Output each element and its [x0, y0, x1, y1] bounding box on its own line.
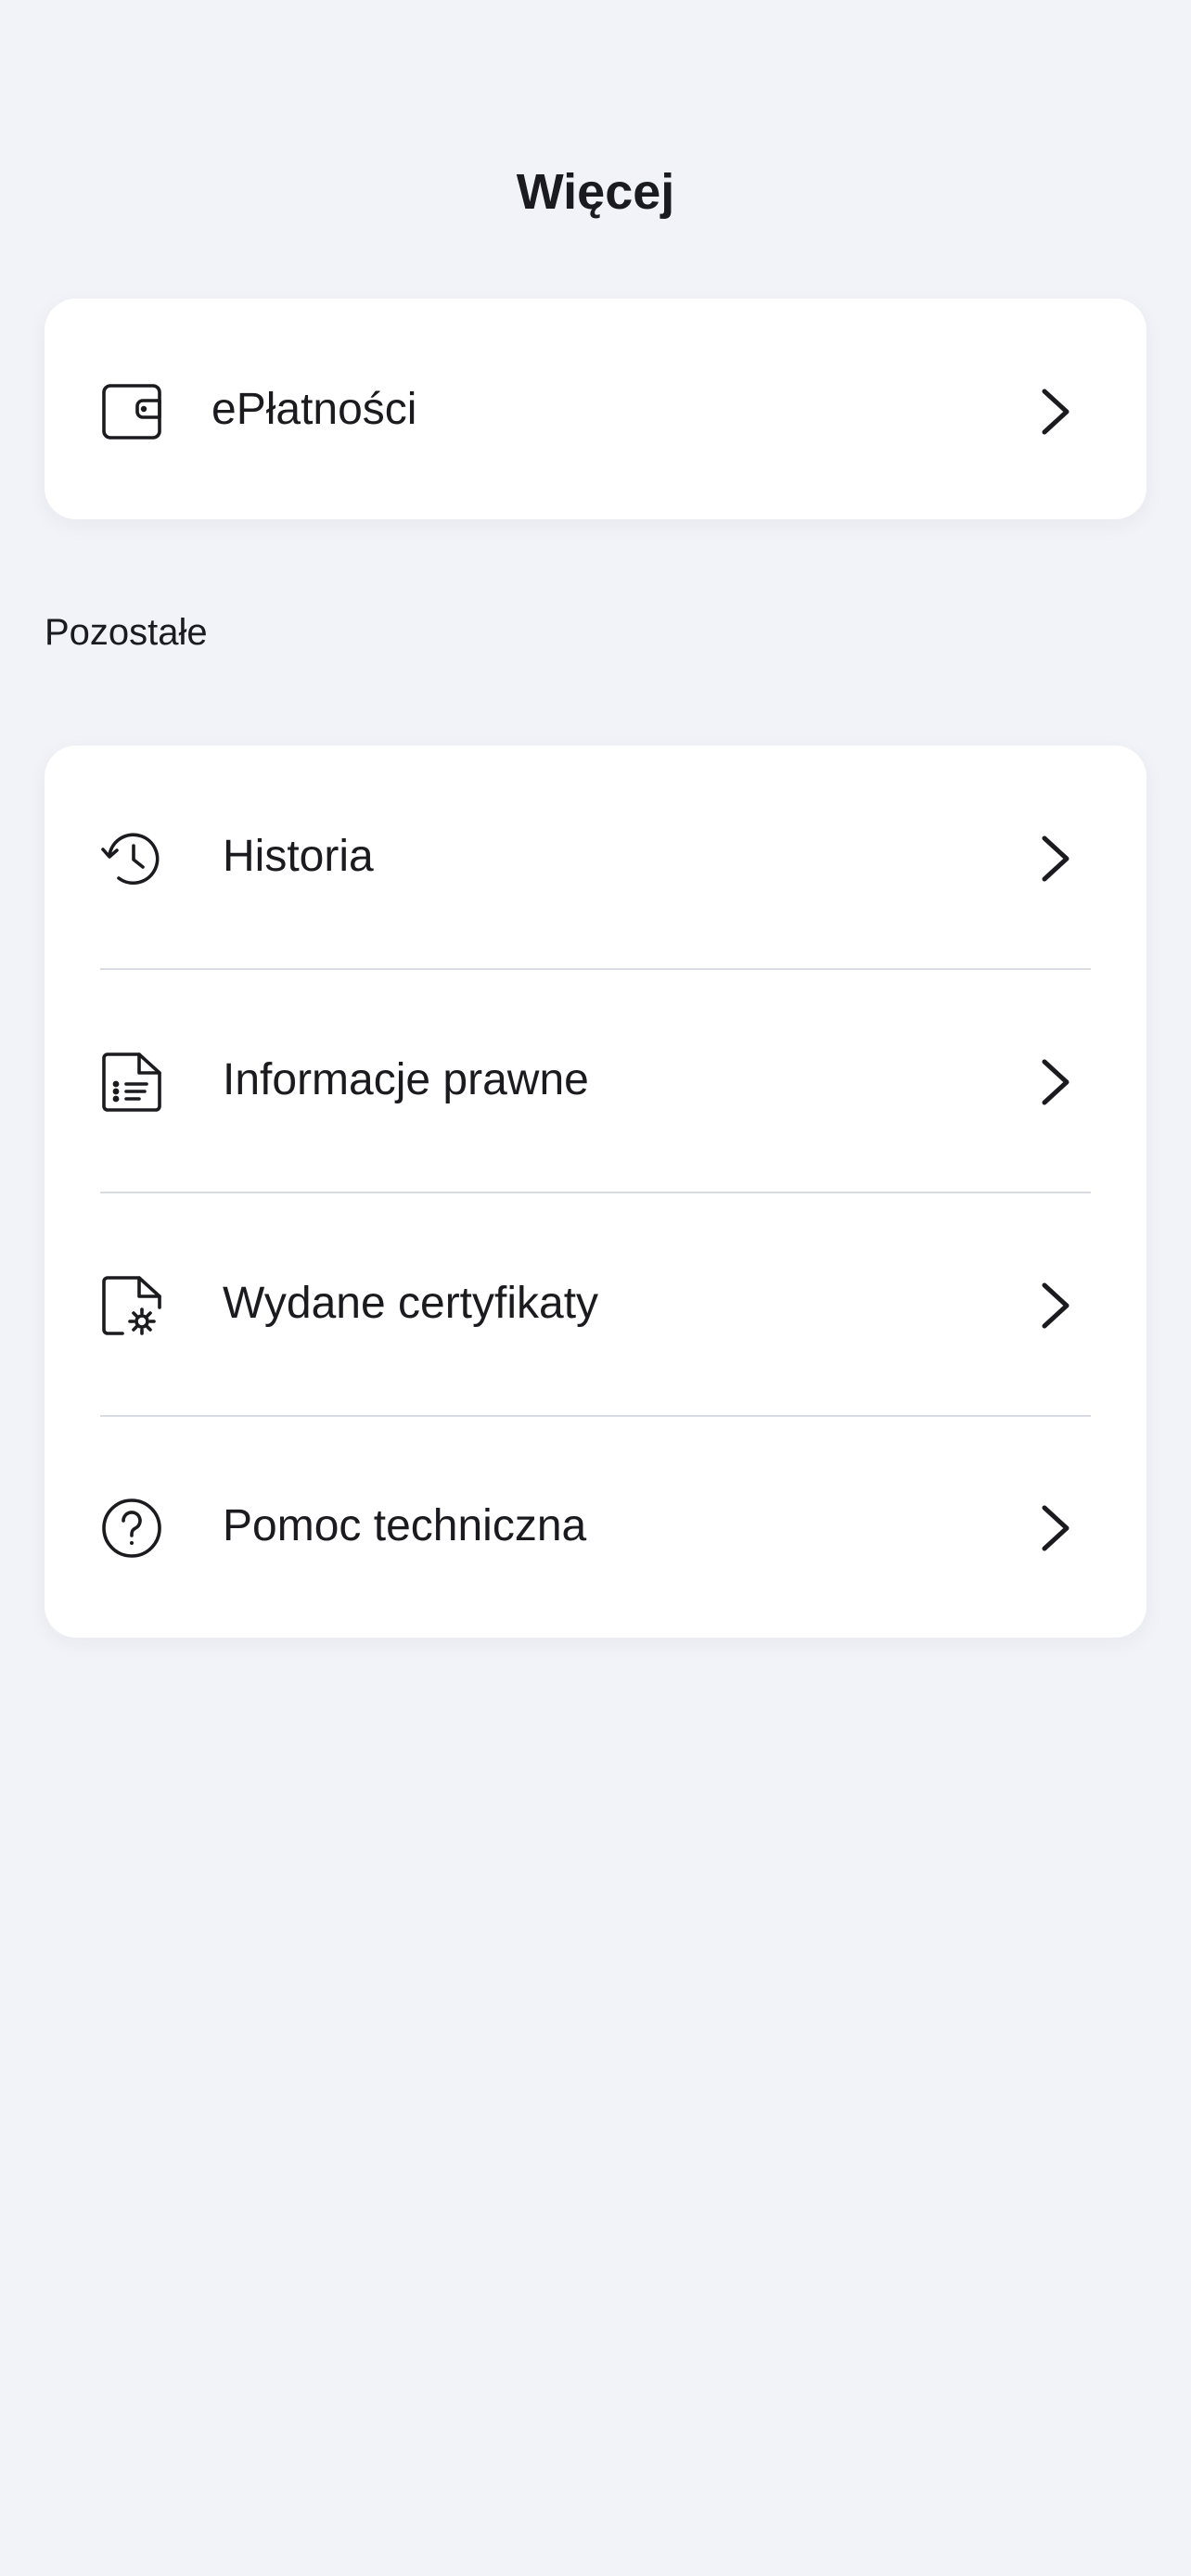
page-title: Więcej: [516, 164, 675, 220]
chevron-right-icon: [1031, 1280, 1080, 1332]
menu-item-label: Pomoc techniczna: [223, 1501, 587, 1550]
help-circle-icon: [100, 1497, 163, 1560]
chevron-right-icon: [1031, 1502, 1080, 1554]
legal-document-icon: [100, 1051, 163, 1114]
menu-item-label: Historia: [223, 832, 374, 881]
more-screen: Więcej ePłatności Pozostałe Historia Inf…: [0, 0, 1191, 2576]
menu-item-technical-support[interactable]: Pomoc techniczna: [45, 1415, 1146, 1638]
menu-item-label: Informacje prawne: [223, 1055, 589, 1104]
menu-item-history[interactable]: Historia: [45, 746, 1146, 968]
menu-item-epayments[interactable]: ePłatności: [45, 299, 1146, 521]
certificate-document-icon: [100, 1274, 163, 1337]
chevron-right-icon: [1031, 1056, 1080, 1108]
history-icon: [100, 827, 163, 890]
chevron-right-icon: [1031, 386, 1080, 438]
menu-item-label: Wydane certyfikaty: [223, 1279, 599, 1328]
chevron-right-icon: [1031, 833, 1080, 885]
wallet-icon: [100, 380, 163, 443]
other-card: Historia Informacje prawne Wydane certyf…: [45, 746, 1146, 1638]
payments-card: ePłatności: [45, 299, 1146, 519]
menu-item-label: ePłatności: [211, 385, 417, 434]
section-title-other: Pozostałe: [45, 612, 208, 653]
menu-item-legal-info[interactable]: Informacje prawne: [45, 969, 1146, 1192]
menu-item-issued-certificates[interactable]: Wydane certyfikaty: [45, 1192, 1146, 1415]
